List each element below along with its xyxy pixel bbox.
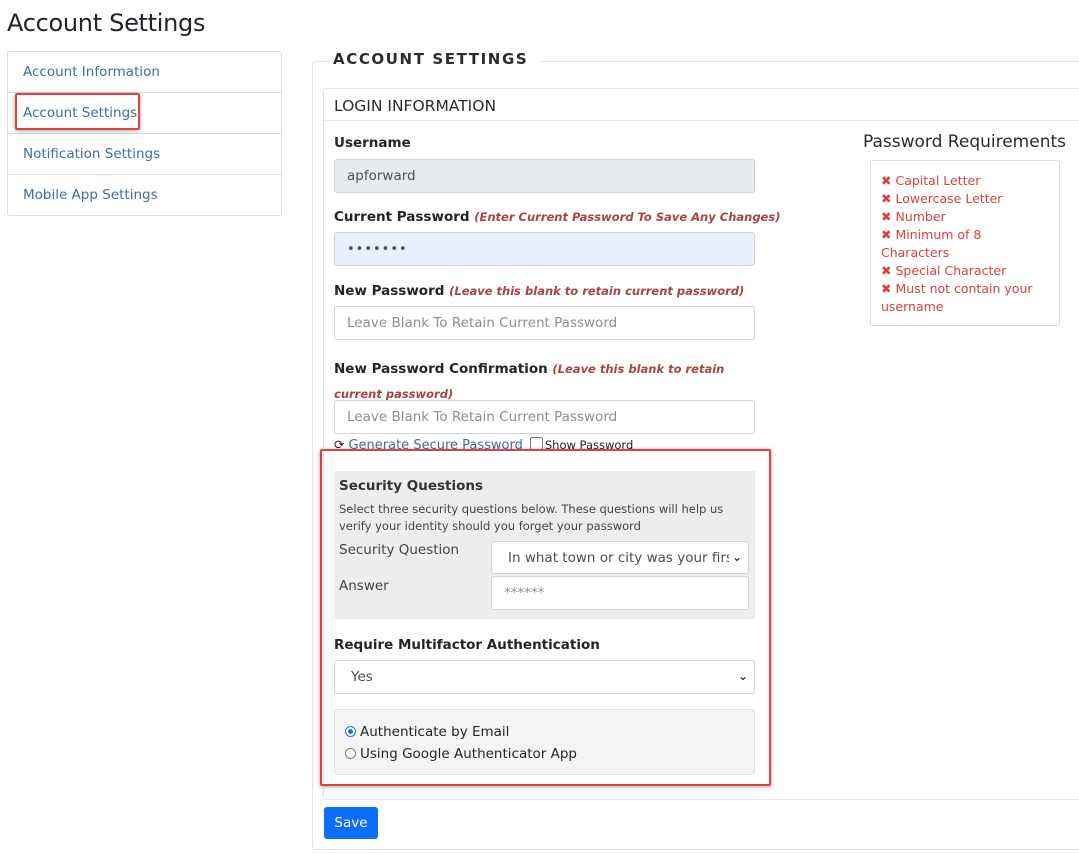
current-password-label-text: Current Password: [334, 209, 470, 225]
password-requirements-title: Password Requirements: [863, 132, 1066, 152]
security-answer-field[interactable]: [491, 576, 749, 610]
mfa-label: Require Multifactor Authentication: [334, 637, 600, 653]
password-requirements-box: ✖ Capital Letter ✖ Lowercase Letter ✖ Numbe…: [870, 160, 1060, 326]
email-radio[interactable]: [345, 726, 356, 737]
page-title: Account Settings: [7, 9, 206, 37]
new-password-note: (Leave this blank to retain current pass…: [449, 284, 745, 298]
chevron-down-icon: ⌄: [728, 550, 742, 564]
username-label: Username: [334, 135, 411, 151]
confirm-password-label-text: New Password Confirmation: [334, 361, 548, 377]
new-password-label-text: New Password: [334, 283, 445, 299]
security-question-label: Security Question: [339, 542, 460, 558]
answer-label: Answer: [339, 578, 389, 594]
generate-secure-password-link[interactable]: Generate Secure Password: [348, 438, 522, 453]
requirement-min-length: ✖ Minimum of 8 Characters: [881, 227, 982, 260]
security-question-value: In what town or city was your first: [508, 550, 739, 566]
mfa-selected-value: Yes: [351, 669, 373, 685]
mfa-method-panel: [334, 709, 755, 775]
sidebar-item-account-settings[interactable]: Account Settings: [8, 93, 281, 134]
generate-password-row: ⟳ Generate Secure Password Show Password: [334, 437, 633, 453]
new-password-field[interactable]: [334, 306, 755, 340]
x-icon: ✖: [881, 227, 892, 242]
sidebar-item-account-information[interactable]: Account Information: [8, 52, 281, 93]
mfa-option-email[interactable]: Authenticate by Email: [345, 724, 509, 740]
google-radio-label: Using Google Authenticator App: [360, 746, 577, 762]
mfa-select[interactable]: Yes ⌄: [334, 660, 755, 694]
x-icon: ✖: [881, 209, 892, 224]
x-icon: ✖: [881, 191, 892, 206]
current-password-field[interactable]: [334, 232, 755, 266]
requirement-capital: ✖ Capital Letter: [881, 173, 981, 188]
card-title: LOGIN INFORMATION: [334, 97, 497, 115]
show-password-checkbox[interactable]: [529, 437, 543, 450]
security-questions-title: Security Questions: [339, 478, 484, 494]
refresh-icon: ⟳: [334, 437, 345, 452]
chevron-down-icon: ⌄: [737, 669, 748, 683]
x-icon: ✖: [881, 281, 892, 296]
current-password-label: Current Password (Enter Current Password…: [334, 209, 780, 225]
requirement-number: ✖ Number: [881, 209, 946, 224]
show-password-label: Show Password: [544, 438, 634, 452]
mfa-option-google[interactable]: Using Google Authenticator App: [345, 746, 577, 762]
current-password-note: (Enter Current Password To Save Any Chan…: [474, 210, 781, 224]
save-button[interactable]: Save: [324, 807, 378, 839]
security-question-select[interactable]: In what town or city was your first ⌄: [491, 541, 749, 574]
username-field[interactable]: [334, 159, 755, 193]
requirement-no-username: ✖ Must not contain your username: [881, 281, 1033, 314]
sidebar-item-notification-settings[interactable]: Notification Settings: [8, 134, 281, 175]
x-icon: ✖: [881, 173, 892, 188]
confirm-password-field[interactable]: [334, 400, 755, 434]
sidebar-item-mobile-app-settings[interactable]: Mobile App Settings: [8, 175, 281, 215]
card-divider: [323, 120, 1079, 121]
requirement-lowercase: ✖ Lowercase Letter: [881, 191, 1003, 206]
sidebar-nav: Account Information Account Settings Not…: [7, 51, 282, 216]
email-radio-label: Authenticate by Email: [360, 724, 510, 740]
security-questions-description: Select three security questions below. T…: [339, 502, 724, 533]
fieldset-legend: ACCOUNT SETTINGS: [333, 50, 541, 68]
google-authenticator-radio[interactable]: [345, 748, 356, 759]
new-password-label: New Password (Leave this blank to retain…: [334, 283, 744, 299]
x-icon: ✖: [881, 263, 892, 278]
requirement-special: ✖ Special Character: [881, 263, 1007, 278]
